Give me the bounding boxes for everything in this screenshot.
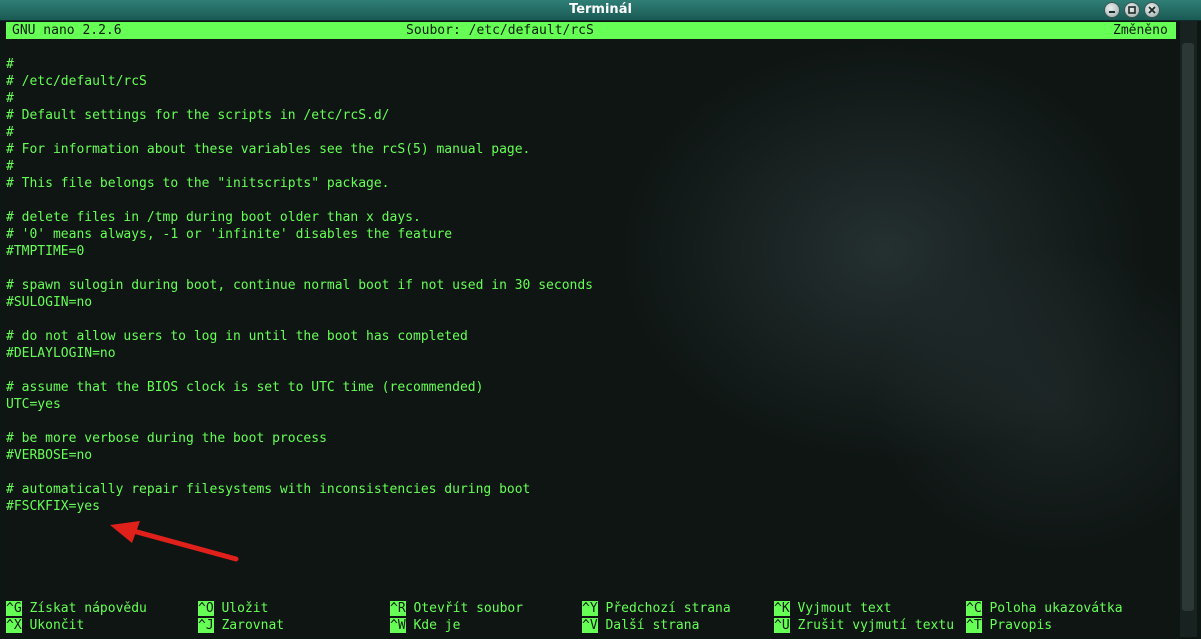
shortcut-key: ^Y bbox=[582, 601, 598, 616]
shortcut-label: Otevřít soubor bbox=[413, 601, 524, 616]
shortcut-label: Vyjmout text bbox=[797, 601, 892, 616]
shortcut-key: ^U bbox=[774, 618, 790, 633]
editor-line: # This file belongs to the "initscripts"… bbox=[6, 176, 390, 191]
shortcut-label: Zarovnat bbox=[221, 618, 285, 633]
shortcut-exit[interactable]: ^X Ukončit bbox=[6, 617, 84, 634]
shortcut-label: Pravopis bbox=[989, 618, 1053, 633]
minimize-icon bbox=[1109, 11, 1115, 13]
window-titlebar[interactable]: Terminál bbox=[0, 0, 1201, 21]
shortcut-cut-text[interactable]: ^K Vyjmout text bbox=[774, 600, 891, 617]
shortcut-key: ^X bbox=[6, 618, 22, 633]
editor-line: UTC=yes bbox=[6, 397, 61, 412]
close-icon bbox=[1148, 6, 1156, 14]
editor-line: # be more verbose during the boot proces… bbox=[6, 431, 327, 446]
shortcut-open-file[interactable]: ^R Otevřít soubor bbox=[390, 600, 523, 617]
editor-line: #SULOGIN=no bbox=[6, 295, 93, 310]
editor-line: # bbox=[6, 57, 14, 72]
shortcut-label: Ukončit bbox=[29, 618, 85, 633]
shortcut-spell-check[interactable]: ^T Pravopis bbox=[966, 617, 1052, 634]
editor-line-fsckfix: #FSCKFIX=yes bbox=[6, 499, 100, 514]
editor-line: # bbox=[6, 125, 14, 140]
editor-line: # Default settings for the scripts in /e… bbox=[6, 108, 390, 123]
shortcut-key: ^W bbox=[390, 618, 406, 633]
shortcut-label: Uložit bbox=[221, 601, 269, 616]
shortcut-key: ^R bbox=[390, 601, 406, 616]
nano-version: GNU nano 2.2.6 bbox=[12, 23, 122, 38]
editor-line: # /etc/default/rcS bbox=[6, 74, 147, 89]
shortcut-key: ^J bbox=[198, 618, 214, 633]
shortcut-next-page[interactable]: ^V Další strana bbox=[582, 617, 699, 634]
shortcut-label: Získat nápovědu bbox=[29, 601, 147, 616]
editor-line: # assume that the BIOS clock is set to U… bbox=[6, 380, 484, 395]
editor-line: # For information about these variables … bbox=[6, 142, 531, 157]
shortcut-label: Kde je bbox=[413, 618, 461, 633]
nano-status-bar: GNU nano 2.2.6 Soubor: /etc/default/rcS … bbox=[6, 22, 1176, 39]
editor-line: # bbox=[6, 91, 14, 106]
shortcut-cursor-position[interactable]: ^C Poloha ukazovátka bbox=[966, 600, 1123, 617]
shortcut-key: ^T bbox=[966, 618, 982, 633]
vertical-scrollbar[interactable] bbox=[1180, 21, 1197, 637]
editor-line: # '0' means always, -1 or 'infinite' dis… bbox=[6, 227, 453, 242]
shortcut-uncut-text[interactable]: ^U Zrušit vyjmutí textu bbox=[774, 617, 954, 634]
shortcut-label: Zrušit vyjmutí textu bbox=[797, 618, 955, 633]
shortcut-help[interactable]: ^G Získat nápovědu bbox=[6, 600, 147, 617]
minimize-button[interactable] bbox=[1104, 2, 1120, 18]
shortcut-save[interactable]: ^O Uložit bbox=[198, 600, 268, 617]
nano-filename: Soubor: /etc/default/rcS bbox=[406, 23, 594, 38]
terminal-window: Terminál GNU nano 2.2.6 Soubor: /etc/def… bbox=[0, 0, 1201, 639]
terminal-content[interactable]: GNU nano 2.2.6 Soubor: /etc/default/rcS … bbox=[4, 21, 1178, 637]
editor-line: #VERBOSE=no bbox=[6, 448, 93, 463]
editor-line: # bbox=[6, 159, 14, 174]
shortcut-label: Další strana bbox=[605, 618, 700, 633]
shortcut-key: ^O bbox=[198, 601, 214, 616]
editor-line: #TMPTIME=0 bbox=[6, 244, 85, 259]
shortcut-label: Předchozí strana bbox=[605, 601, 731, 616]
shortcut-key: ^C bbox=[966, 601, 982, 616]
nano-modified-state: Změněno bbox=[1113, 23, 1168, 38]
window-title: Terminál bbox=[569, 2, 632, 17]
shortcut-key: ^G bbox=[6, 601, 22, 616]
editor-line: # delete files in /tmp during boot older… bbox=[6, 210, 421, 225]
editor-line: # do not allow users to log in until the… bbox=[6, 329, 468, 344]
editor-line: # spawn sulogin during boot, continue no… bbox=[6, 278, 593, 293]
shortcut-key: ^K bbox=[774, 601, 790, 616]
close-button[interactable] bbox=[1144, 2, 1160, 18]
maximize-button[interactable] bbox=[1124, 2, 1140, 18]
shortcut-prev-page[interactable]: ^Y Předchozí strana bbox=[582, 600, 731, 617]
editor-line: # automatically repair filesystems with … bbox=[6, 482, 531, 497]
editor-line: #DELAYLOGIN=no bbox=[6, 346, 116, 361]
scrollbar-thumb[interactable] bbox=[1182, 43, 1194, 611]
shortcut-where-is[interactable]: ^W Kde je bbox=[390, 617, 460, 634]
shortcut-justify[interactable]: ^J Zarovnat bbox=[198, 617, 284, 634]
annotation-arrow-icon bbox=[110, 521, 239, 562]
shortcut-key: ^V bbox=[582, 618, 598, 633]
maximize-icon bbox=[1128, 6, 1136, 14]
shortcut-label: Poloha ukazovátka bbox=[989, 601, 1123, 616]
